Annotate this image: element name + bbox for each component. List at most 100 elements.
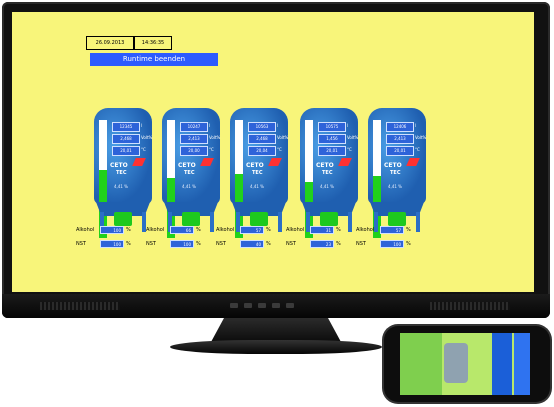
alcohol-unit: % (126, 227, 131, 233)
tank-leg (210, 212, 214, 232)
tank-unit: °C (347, 147, 352, 152)
tank-unit: Volt% (209, 135, 221, 140)
tank-leg (374, 212, 378, 232)
nst-value[interactable]: 100 (170, 240, 194, 248)
nst-label: NST (216, 241, 226, 247)
valve-icon[interactable] (114, 212, 132, 226)
brand-logo-text: TEC (184, 170, 195, 176)
tank-leg (348, 212, 352, 232)
nst-label: NST (76, 241, 86, 247)
monitor-stand (211, 318, 341, 342)
monitor-button[interactable] (272, 303, 280, 308)
tank-value: 20,01 (318, 146, 346, 156)
brand-logo-text: TEC (252, 170, 263, 176)
nst-value[interactable]: 100 (380, 240, 404, 248)
valve-icon[interactable] (182, 212, 200, 226)
tank-value: 1,456 (318, 134, 346, 144)
tank-value: 10247 (180, 122, 208, 132)
tank-unit: Volt% (277, 135, 289, 140)
tank: 10247 l 2,413 Volt% 20,00 °C CETO TEC 4,… (162, 108, 220, 240)
tank-unit: l (277, 123, 279, 128)
tank-unit: l (415, 123, 417, 128)
alcohol-value[interactable]: 57 (240, 226, 264, 234)
nst-value[interactable]: 100 (100, 240, 124, 248)
alcohol-value[interactable]: 31 (310, 226, 334, 234)
speaker-grille-left (40, 302, 120, 310)
brand-logo-text: CETO (178, 162, 196, 169)
tank-unit: Volt% (415, 135, 427, 140)
tank-value: 2,468 (248, 134, 276, 144)
tank-unit: l (209, 123, 211, 128)
alcohol-label: Alkohol (76, 227, 95, 233)
alcohol-unit: % (406, 227, 411, 233)
nst-unit: % (406, 241, 411, 247)
tank: 10563 l 2,468 Volt% 20,04 °C CETO TEC 4,… (230, 108, 288, 240)
brand-logo-text: CETO (316, 162, 334, 169)
speaker-grille-right (430, 302, 510, 310)
tank-unit: °C (415, 147, 420, 152)
nst-unit: % (266, 241, 271, 247)
valve-icon[interactable] (388, 212, 406, 226)
tank-subvalue: 4,41 % (182, 184, 196, 189)
nst-label: NST (146, 241, 156, 247)
tank-subvalue: 4,41 % (250, 184, 264, 189)
brand-logo-text: CETO (384, 162, 402, 169)
tank-subvalue: 4,41 % (114, 184, 128, 189)
monitor-button[interactable] (244, 303, 252, 308)
tank-value: 10575 (318, 122, 346, 132)
nst-unit: % (126, 241, 131, 247)
alcohol-label: Alkohol (356, 227, 375, 233)
tank-unit: Volt% (141, 135, 153, 140)
brand-logo-text: TEC (322, 170, 333, 176)
alcohol-value[interactable]: 100 (100, 226, 124, 234)
phone-screen (400, 333, 530, 395)
phone-status-column (514, 333, 530, 395)
tank-value: 20,00 (180, 146, 208, 156)
tank-unit: °C (277, 147, 282, 152)
tank-value: 20,04 (248, 146, 276, 156)
valve-icon[interactable] (250, 212, 268, 226)
tank: 10575 l 1,456 Volt% 20,01 °C CETO TEC 4,… (300, 108, 358, 240)
monitor-button[interactable] (230, 303, 238, 308)
tank-value: 20,01 (386, 146, 414, 156)
tank: 12406 l 2,413 Volt% 20,01 °C CETO TEC 4,… (368, 108, 426, 240)
alcohol-label: Alkohol (286, 227, 305, 233)
nst-label: NST (286, 241, 296, 247)
tank-unit: °C (141, 147, 146, 152)
brand-logo-text: CETO (246, 162, 264, 169)
alcohol-unit: % (196, 227, 201, 233)
tank-value: 12406 (386, 122, 414, 132)
tank-value: 2,413 (180, 134, 208, 144)
brand-logo-text: TEC (390, 170, 401, 176)
tank-value: 2,468 (112, 134, 140, 144)
nst-value[interactable]: 23 (310, 240, 334, 248)
tank-value: 2,413 (386, 134, 414, 144)
phone-tank (444, 343, 468, 383)
monitor-button[interactable] (286, 303, 294, 308)
tank-value: 12345 (112, 122, 140, 132)
phone (384, 326, 550, 402)
hmi-screen: 26.09.2013 14:36:35 Runtime beenden 1234… (12, 12, 534, 292)
alcohol-value[interactable]: 66 (170, 226, 194, 234)
alcohol-unit: % (266, 227, 271, 233)
phone-status-column (492, 333, 512, 395)
tank-unit: l (141, 123, 143, 128)
tank-unit: °C (209, 147, 214, 152)
valve-icon[interactable] (320, 212, 338, 226)
monitor-button[interactable] (258, 303, 266, 308)
nst-unit: % (336, 241, 341, 247)
tank-leg (278, 212, 282, 232)
tank-value: 20,01 (112, 146, 140, 156)
nst-value[interactable]: 40 (240, 240, 264, 248)
alcohol-unit: % (336, 227, 341, 233)
alcohol-value[interactable]: 57 (380, 226, 404, 234)
tank: 12345 l 2,468 Volt% 20,01 °C CETO TEC 4,… (94, 108, 152, 240)
alcohol-label: Alkohol (216, 227, 235, 233)
brand-logo-text: TEC (116, 170, 127, 176)
nst-label: NST (356, 241, 366, 247)
time-display: 14:36:35 (134, 36, 172, 50)
nst-unit: % (196, 241, 201, 247)
runtime-exit-button[interactable]: Runtime beenden (90, 53, 218, 66)
brand-logo-text: CETO (110, 162, 128, 169)
tank-subvalue: 4,41 % (388, 184, 402, 189)
